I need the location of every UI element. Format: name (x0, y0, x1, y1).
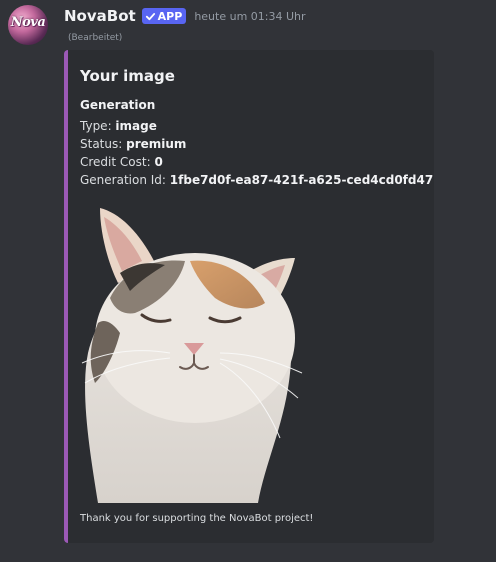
field-row-status: Status: premium (80, 135, 434, 153)
app-badge-label: APP (157, 9, 183, 23)
field-row-type: Type: image (80, 117, 434, 135)
field-row-value: 1fbe7d0f-ea87-421f-a625-ced4cd0fd471 (169, 173, 434, 187)
username[interactable]: NovaBot (64, 7, 136, 25)
verified-check-icon (145, 12, 155, 20)
field-row-value: image (115, 119, 157, 133)
message: Nova NovaBot APP heute um 01:34 Uhr (Bea… (0, 0, 496, 562)
field-row-value: premium (126, 137, 187, 151)
field-row-credit-cost: Credit Cost: 0 (80, 153, 434, 171)
embed-field-name: Generation (80, 98, 156, 112)
timestamp[interactable]: heute um 01:34 Uhr (194, 10, 305, 23)
field-row-label: Credit Cost: (80, 155, 155, 169)
field-row-label: Status: (80, 137, 127, 151)
field-row-value: 0 (154, 155, 163, 169)
field-row-label: Generation Id: (80, 173, 170, 187)
bot-avatar[interactable]: Nova (8, 5, 48, 45)
message-header: NovaBot APP heute um 01:34 Uhr (64, 6, 306, 26)
field-row-label: Type: (80, 119, 116, 133)
field-row-generation-id: Generation Id: 1fbe7d0f-ea87-421f-a625-c… (80, 171, 434, 189)
app-badge: APP (141, 8, 187, 24)
avatar-logo-text: Nova (10, 15, 46, 30)
embed-footer: Thank you for supporting the NovaBot pro… (80, 513, 314, 524)
embed-field-value: Type: image Status: premium Credit Cost:… (80, 117, 434, 189)
embed-title: Your image (80, 67, 175, 85)
embed-accent-bar (64, 50, 68, 543)
cat-image[interactable] (80, 203, 305, 503)
edited-label: (Bearbeitet) (68, 33, 123, 43)
embed: Your image Generation Type: image Status… (64, 50, 434, 543)
